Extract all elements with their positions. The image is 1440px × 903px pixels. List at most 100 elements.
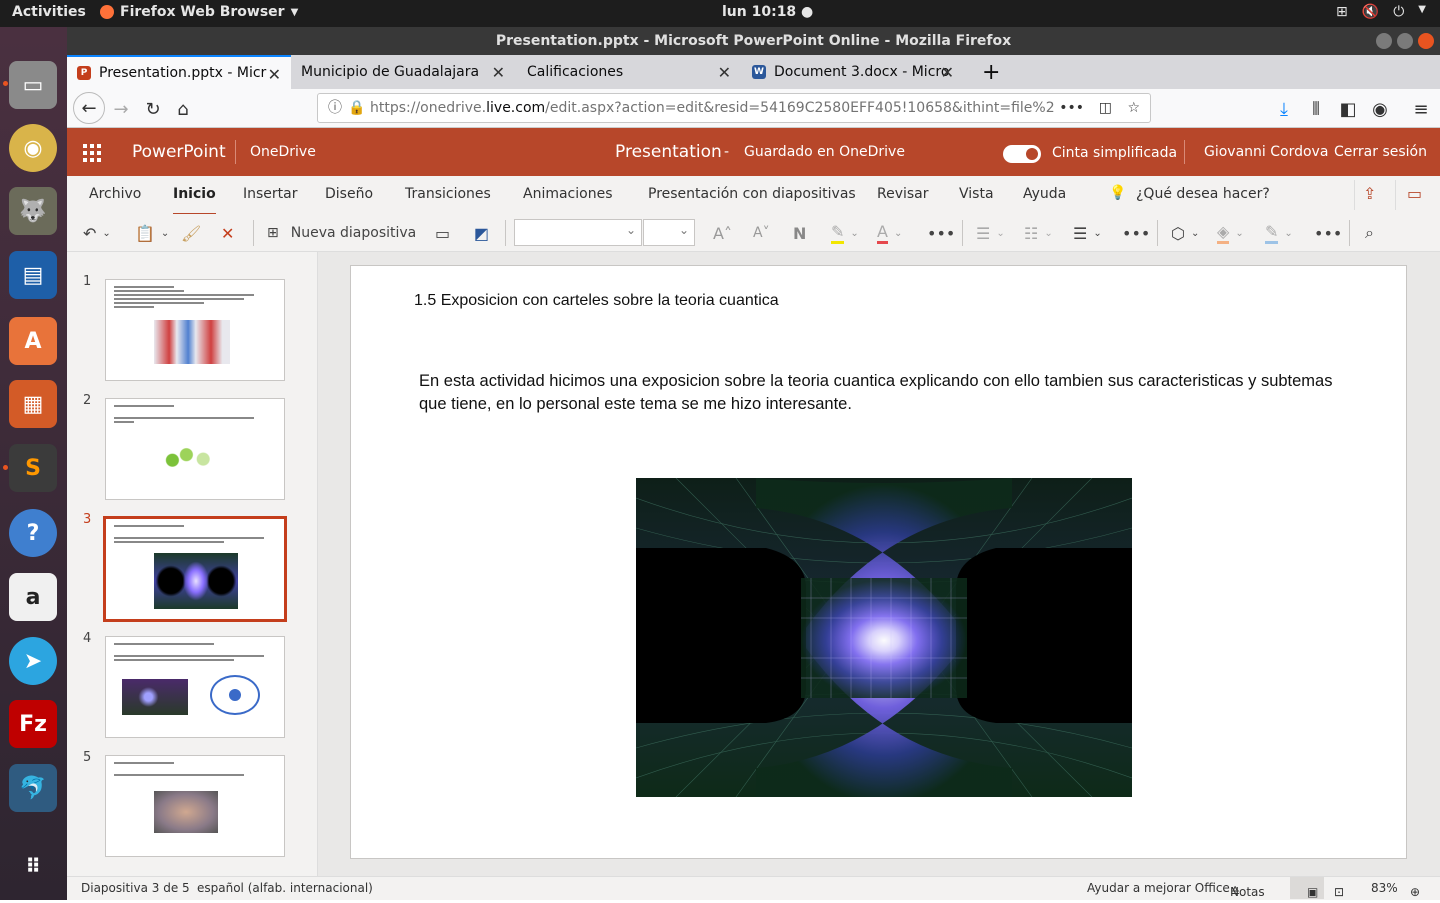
library-button[interactable]: ⫴ xyxy=(1302,95,1330,123)
slide-thumbnail-2[interactable] xyxy=(105,398,285,500)
help-icon[interactable]: ? xyxy=(9,509,57,557)
shape-outline-button[interactable]: ✎ ⌄ xyxy=(1265,222,1293,244)
bullets-button[interactable]: ☰ ⌄ xyxy=(976,222,1005,244)
close-tab-icon[interactable]: ✕ xyxy=(492,63,505,82)
close-tab-icon[interactable]: ✕ xyxy=(718,63,731,82)
zoom-level[interactable]: 83% xyxy=(1371,881,1398,895)
find-button[interactable]: ⌕ xyxy=(1365,222,1374,244)
telegram-icon[interactable]: ➤ xyxy=(9,637,57,685)
slide-thumbnail-4[interactable] xyxy=(105,636,285,738)
clock[interactable]: lun 10:18 ● xyxy=(722,4,813,20)
impress-icon[interactable]: ▦ xyxy=(9,380,57,428)
tell-me-search[interactable]: ¿Qué desea hacer? xyxy=(1136,186,1270,202)
new-tab-button[interactable]: + xyxy=(972,55,1002,89)
font-family-dropdown[interactable]: ⌄ xyxy=(514,219,642,246)
shrink-font-button[interactable]: A˅ xyxy=(753,222,770,244)
slide-body-text[interactable]: En esta actividad hicimos una exposicion… xyxy=(419,370,1349,416)
tab-presentation[interactable]: P Presentation.pptx - Micr ✕ xyxy=(67,55,291,89)
page-actions-icon[interactable]: ••• xyxy=(1055,94,1088,122)
files-icon[interactable]: ▭ xyxy=(9,61,57,109)
system-tray[interactable]: ⊞ 🔇 ⏻ ▼ xyxy=(1336,4,1426,20)
language-status[interactable]: español (alfab. internacional) xyxy=(197,881,373,895)
show-applications-icon[interactable]: ⠿ xyxy=(9,842,57,890)
grow-font-button[interactable]: A˄ xyxy=(713,222,732,244)
shapes-button[interactable]: ⬡ ⌄ xyxy=(1171,222,1199,244)
numbering-button[interactable]: ☷ ⌄ xyxy=(1024,222,1053,244)
close-tab-icon[interactable]: ✕ xyxy=(268,65,281,84)
home-button[interactable]: ⌂ xyxy=(169,95,197,123)
app-menu[interactable]: Firefox Web Browser ▼ xyxy=(100,4,298,20)
close-tab-icon[interactable]: ✕ xyxy=(941,63,954,82)
comments-icon[interactable]: ▭ xyxy=(1407,184,1422,203)
reload-button[interactable]: ↻ xyxy=(139,95,167,123)
back-button[interactable]: ← xyxy=(73,92,105,124)
tab-insertar[interactable]: Insertar xyxy=(243,186,298,202)
bold-button[interactable]: N xyxy=(793,222,806,244)
writer-icon[interactable]: ▤ xyxy=(9,251,57,299)
account-button[interactable]: ◉ xyxy=(1366,95,1394,123)
forward-button[interactable]: → xyxy=(107,95,135,123)
more-font-options[interactable]: ••• xyxy=(927,222,955,244)
tab-presentacion[interactable]: Presentación con diapositivas xyxy=(648,186,856,202)
rhythmbox-icon[interactable]: ◉ xyxy=(9,124,57,172)
more-paragraph-options[interactable]: ••• xyxy=(1122,222,1150,244)
font-color-button[interactable]: A ⌄ xyxy=(877,222,902,244)
normal-view-button[interactable]: ▣ xyxy=(1290,877,1324,899)
tab-calificaciones[interactable]: Calificaciones ✕ xyxy=(517,55,741,89)
filezilla-icon[interactable]: Fz xyxy=(9,700,57,748)
app-launcher-icon[interactable] xyxy=(83,144,101,162)
amazon-icon[interactable]: a xyxy=(9,573,57,621)
sublime-text-icon[interactable]: S xyxy=(9,444,57,492)
user-name[interactable]: Giovanni Cordova xyxy=(1204,144,1328,160)
minimize-button[interactable] xyxy=(1376,33,1392,49)
document-title[interactable]: Presentation xyxy=(615,142,722,162)
help-improve-link[interactable]: Ayudar a mejorar Office xyxy=(1087,881,1230,895)
tab-municipio[interactable]: Municipio de Guadalajara ✕ xyxy=(291,55,515,89)
highlight-button[interactable]: ✎ ⌄ xyxy=(831,222,859,244)
tab-revisar[interactable]: Revisar xyxy=(877,186,929,202)
paste-button[interactable]: 📋 ⌄ xyxy=(135,222,169,244)
url-bar[interactable]: ⓘ 🔒 https://onedrive.live.com/edit.aspx?… xyxy=(317,93,1151,123)
menu-button[interactable]: ≡ xyxy=(1407,95,1435,123)
format-painter-button[interactable]: 🖌 xyxy=(181,222,201,244)
tab-document3[interactable]: W Document 3.docx - Micro ✕ xyxy=(742,55,964,89)
slide-title[interactable]: 1.5 Exposicion con carteles sobre la teo… xyxy=(414,292,779,310)
more-drawing-options[interactable]: ••• xyxy=(1314,222,1342,244)
tab-archivo[interactable]: Archivo xyxy=(89,186,141,202)
downloads-button[interactable]: ⤓ xyxy=(1270,95,1298,123)
slide-thumbnail-1[interactable] xyxy=(105,279,285,381)
shape-fill-button[interactable]: ◈ ⌄ xyxy=(1217,222,1244,244)
gimp-icon[interactable]: 🐺 xyxy=(9,187,57,235)
activities-button[interactable]: Activities xyxy=(12,4,86,20)
tab-vista[interactable]: Vista xyxy=(959,186,994,202)
tab-transiciones[interactable]: Transiciones xyxy=(405,186,491,202)
info-icon[interactable]: ⓘ xyxy=(328,94,342,122)
delete-button[interactable]: ✕ xyxy=(221,222,234,244)
sign-out-link[interactable]: Cerrar sesión xyxy=(1334,144,1427,160)
undo-button[interactable]: ↶ ⌄ xyxy=(83,222,111,244)
app-name[interactable]: PowerPoint xyxy=(132,142,226,162)
onedrive-link[interactable]: OneDrive xyxy=(250,144,316,160)
new-slide-button[interactable]: ⊞ Nueva diapositiva xyxy=(267,222,416,244)
slide-thumbnail-panel[interactable]: 1 2 3 4 5 xyxy=(67,252,318,876)
tab-ayuda[interactable]: Ayuda xyxy=(1023,186,1066,202)
mysql-workbench-icon[interactable]: 🐬 xyxy=(9,764,57,812)
current-slide[interactable]: 1.5 Exposicion con carteles sobre la teo… xyxy=(350,265,1407,859)
tab-inicio[interactable]: Inicio xyxy=(173,186,216,216)
tab-animaciones[interactable]: Animaciones xyxy=(523,186,613,202)
font-size-dropdown[interactable]: ⌄ xyxy=(643,219,695,246)
share-icon[interactable]: ⇪ xyxy=(1363,184,1376,203)
sidebar-button[interactable]: ◧ xyxy=(1334,95,1362,123)
slide-thumbnail-3[interactable] xyxy=(103,516,287,622)
simplified-ribbon-toggle[interactable] xyxy=(1003,145,1041,163)
pocket-icon[interactable]: ◫ xyxy=(1094,94,1116,122)
wormhole-image[interactable] xyxy=(636,478,1132,797)
slide-thumbnail-5[interactable] xyxy=(105,755,285,857)
layout-button[interactable]: ▭ xyxy=(435,222,450,244)
align-button[interactable]: ☰ ⌄ xyxy=(1073,222,1102,244)
background-button[interactable]: ◩ xyxy=(474,222,489,244)
maximize-button[interactable] xyxy=(1397,33,1413,49)
close-window-button[interactable] xyxy=(1418,33,1434,49)
tab-diseno[interactable]: Diseño xyxy=(325,186,373,202)
software-center-icon[interactable]: A xyxy=(9,317,57,365)
